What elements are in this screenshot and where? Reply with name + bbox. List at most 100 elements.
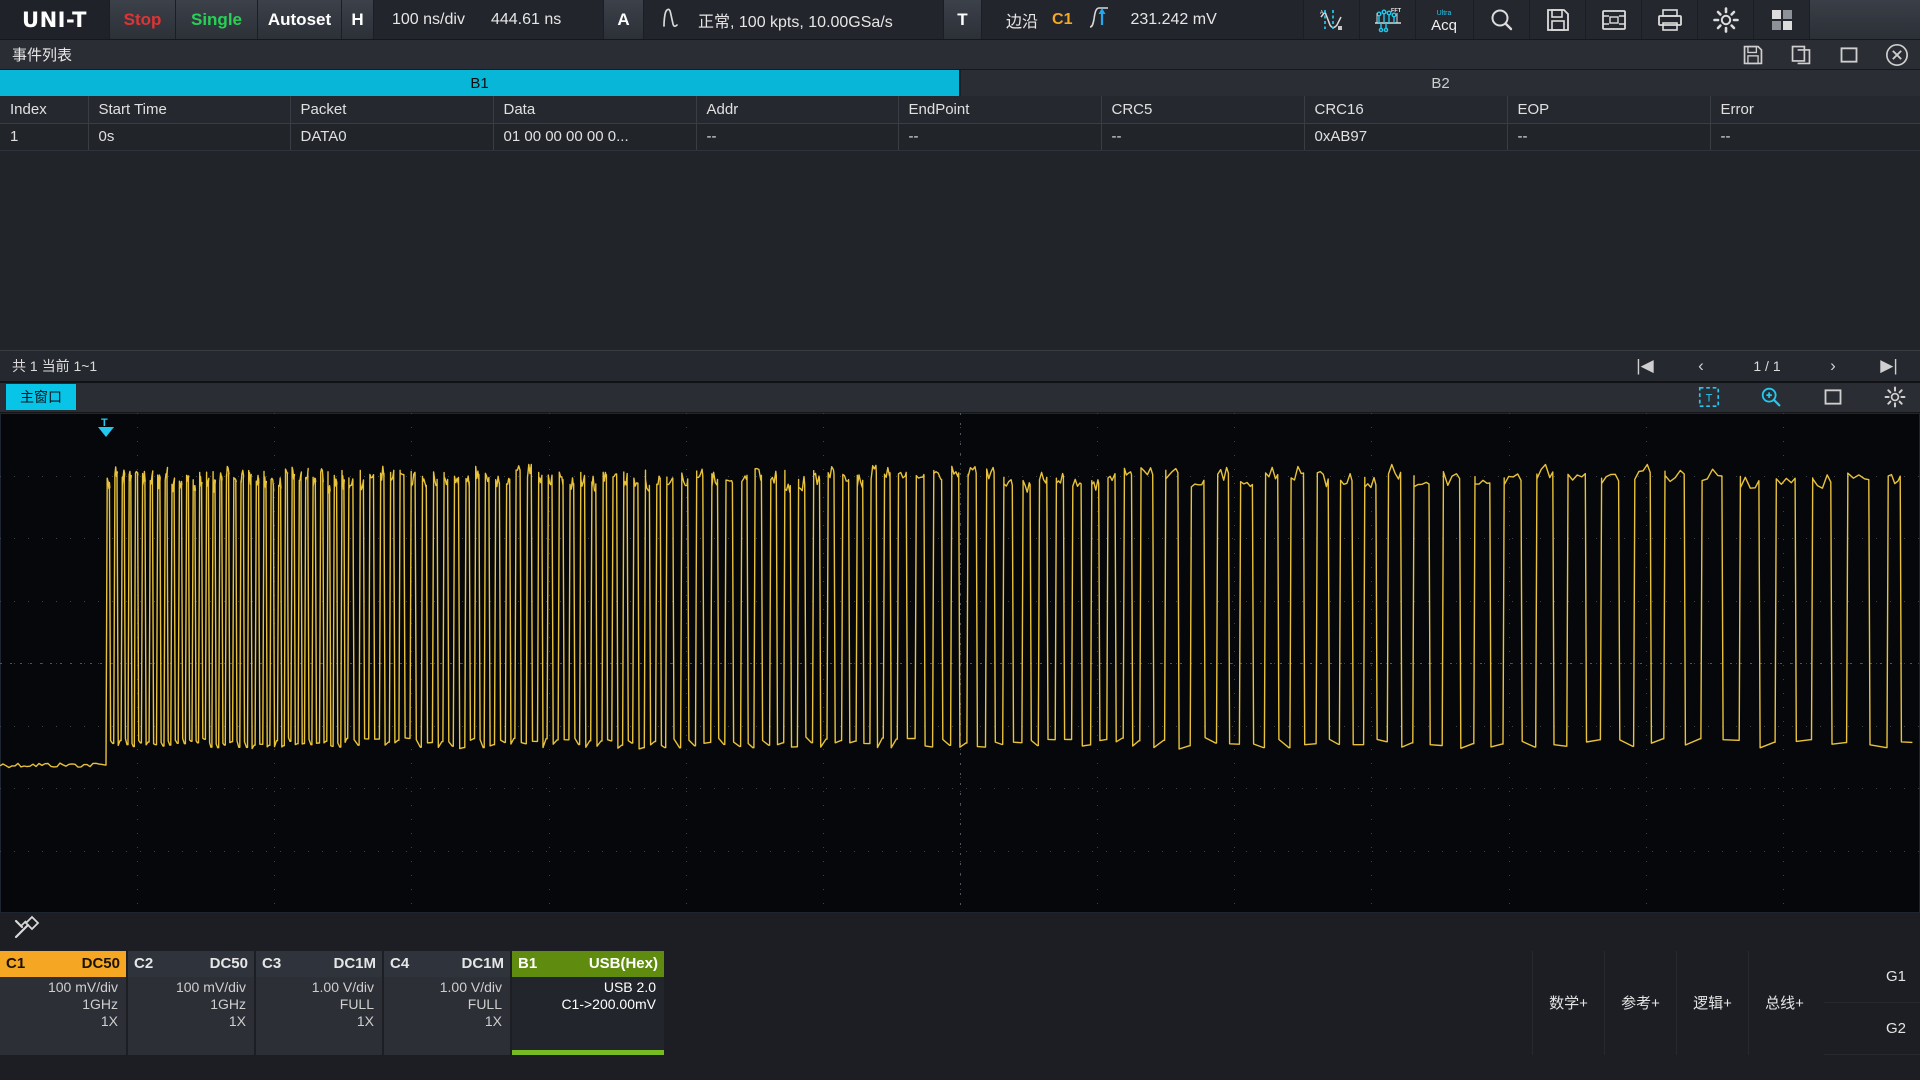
print-icon[interactable] — [1642, 0, 1698, 39]
single-trigger-button[interactable]: Single — [176, 0, 258, 39]
layout-icon[interactable] — [1754, 0, 1810, 39]
channel-card-c4[interactable]: C4 DC1M 1.00 V/div FULL 1X — [384, 950, 510, 1055]
channel-c2-name: C2 — [134, 955, 154, 972]
channel-c1-probe: 1X — [100, 1012, 118, 1029]
channel-c1-name: C1 — [6, 955, 26, 972]
column-header-addr[interactable]: Addr — [696, 96, 899, 124]
bus-tab-b1[interactable]: B1 — [0, 70, 961, 96]
horizontal-menu-button[interactable]: H — [342, 0, 374, 39]
bus-add-button[interactable]: 总线+ — [1748, 950, 1820, 1055]
horizontal-settings[interactable]: 100 ns/div 444.61 ns — [374, 0, 604, 39]
channel-card-c3[interactable]: C3 DC1M 1.00 V/div FULL 1X — [256, 950, 382, 1055]
autoset-button[interactable]: Autoset — [258, 0, 342, 39]
cell-crc16: 0xAB97 — [1304, 123, 1508, 151]
channel-c1-header[interactable]: C1 DC50 — [0, 950, 126, 977]
group-g2-button[interactable]: G2 — [1824, 1002, 1920, 1055]
channel-c4-probe: 1X — [484, 1012, 502, 1029]
group-buttons: G1 G2 — [1824, 950, 1920, 1055]
last-page-button[interactable]: ▶| — [1876, 356, 1902, 376]
acquire-settings[interactable]: 正常, 100 kpts, 10.00GSa/s — [644, 0, 944, 39]
channel-c2-coupling: DC50 — [209, 955, 248, 972]
column-header-crc5[interactable]: CRC5 — [1101, 96, 1305, 124]
bus-tab-b2[interactable]: B2 — [961, 70, 1920, 96]
column-header-packet[interactable]: Packet — [290, 96, 494, 124]
minimize-icon[interactable] — [1832, 41, 1866, 69]
waveform-display[interactable]: T C1 B1 B1 SYNCD0h0h0h0h0h0h0h0h0h0h4h4h… — [0, 412, 1920, 913]
svg-text:Ultra: Ultra — [1436, 10, 1451, 17]
trigger-settings[interactable]: 边沿 C1 231.242 mV — [982, 0, 1304, 39]
run-stop-button[interactable]: Stop — [110, 0, 176, 39]
gear-icon[interactable] — [1878, 383, 1912, 411]
copy-icon[interactable] — [1784, 41, 1818, 69]
channel-c4-header[interactable]: C4 DC1M — [384, 950, 510, 977]
top-toolbar: UNI-T Stop Single Autoset H 100 ns/div 4… — [0, 0, 1920, 40]
tool-strip — [0, 912, 1920, 951]
svg-text:Acq: Acq — [1431, 17, 1457, 34]
column-header-crc16[interactable]: CRC16 — [1304, 96, 1508, 124]
reference-add-button[interactable]: 参考+ — [1604, 950, 1676, 1055]
gear-icon[interactable] — [1698, 0, 1754, 39]
column-header-index[interactable]: Index — [0, 96, 89, 124]
bus-b1-threshold: C1->200.00mV — [561, 995, 656, 1012]
save-icon[interactable] — [1530, 0, 1586, 39]
tools-icon[interactable] — [12, 915, 40, 948]
logic-add-button[interactable]: 逻辑+ — [1676, 950, 1748, 1055]
close-icon[interactable] — [1880, 41, 1914, 69]
column-header-error[interactable]: Error — [1710, 96, 1920, 124]
table-row[interactable]: 1 0s DATA0 01 00 00 00 00 0... -- -- -- … — [0, 123, 1920, 151]
channel-c2-bandwidth: 1GHz — [210, 995, 246, 1012]
search-icon[interactable] — [1474, 0, 1530, 39]
channel-c1-scale: 100 mV/div — [47, 978, 118, 995]
bus-card-b1[interactable]: B1 USB(Hex) USB 2.0 C1->200.00mV — [512, 950, 664, 1055]
event-list-pagination: 共 1 当前 1~1 |◀ ‹ 1 / 1 › ▶| — [0, 350, 1920, 383]
event-list-table: Index Start Time Packet Data Addr EndPoi… — [0, 96, 1920, 151]
channel-card-c2[interactable]: C2 DC50 100 mV/div 1GHz 1X — [128, 950, 254, 1055]
column-header-eop[interactable]: EOP — [1507, 96, 1711, 124]
column-header-data[interactable]: Data — [493, 96, 697, 124]
trigger-source-label: C1 — [1052, 10, 1073, 28]
channel-c3-bandwidth: FULL — [339, 995, 374, 1012]
event-list-title-bar: 事件列表 — [0, 40, 1920, 70]
cursor-icon[interactable]: T — [1692, 383, 1726, 411]
channel-card-c1[interactable]: C1 DC50 100 mV/div 1GHz 1X — [0, 950, 126, 1055]
group-g1-button[interactable]: G1 — [1824, 950, 1920, 1003]
ultra-acq-icon[interactable]: Ultra Acq — [1416, 0, 1474, 39]
column-header-starttime[interactable]: Start Time — [88, 96, 291, 124]
next-page-button[interactable]: › — [1820, 356, 1846, 376]
cell-endpoint: -- — [898, 123, 1102, 151]
minimize-icon[interactable] — [1816, 383, 1850, 411]
bus-b1-protocol: USB(Hex) — [588, 955, 658, 972]
bus-b1-header[interactable]: B1 USB(Hex) — [512, 950, 664, 977]
bus-b1-name: B1 — [518, 955, 538, 972]
acquire-menu-button[interactable]: A — [604, 0, 644, 39]
trigger-type-label: 边沿 — [1006, 13, 1039, 31]
screenshot-icon[interactable] — [1586, 0, 1642, 39]
prev-page-button[interactable]: ‹ — [1688, 356, 1714, 376]
zoom-icon[interactable] — [1754, 383, 1788, 411]
trigger-menu-button[interactable]: T — [944, 0, 982, 39]
channel-c2-probe: 1X — [228, 1012, 246, 1029]
fft-icon[interactable]: FFT — [1360, 0, 1416, 39]
page-indicator: 1 / 1 — [1753, 357, 1781, 374]
save-icon[interactable] — [1736, 41, 1770, 69]
cell-index: 1 — [0, 123, 89, 151]
cell-data: 01 00 00 00 00 0... — [493, 123, 697, 151]
bus-tab-strip: B1 B2 — [0, 70, 1920, 96]
channel-c2-header[interactable]: C2 DC50 — [128, 950, 254, 977]
channel-c3-header[interactable]: C3 DC1M — [256, 950, 382, 977]
math-add-button[interactable]: 数学+ — [1532, 950, 1604, 1055]
trigger-level-value: 231.242 mV — [1130, 10, 1217, 28]
first-page-button[interactable]: |◀ — [1632, 356, 1658, 376]
delay-value: 444.61 ns — [490, 10, 562, 28]
channel-c3-scale: 1.00 V/div — [311, 978, 374, 995]
trigger-position-marker[interactable] — [98, 426, 114, 437]
cell-error: -- — [1710, 123, 1920, 151]
cell-crc5: -- — [1101, 123, 1305, 151]
main-window-controls: T — [1692, 383, 1912, 411]
channel-c3-coupling: DC1M — [333, 955, 376, 972]
channel-c2-scale: 100 mV/div — [175, 978, 246, 995]
column-header-endpoint[interactable]: EndPoint — [898, 96, 1102, 124]
tab-main-window[interactable]: 主窗口 — [6, 384, 76, 410]
measure-icon[interactable]: A — [1304, 0, 1360, 39]
integral-icon — [658, 4, 684, 35]
